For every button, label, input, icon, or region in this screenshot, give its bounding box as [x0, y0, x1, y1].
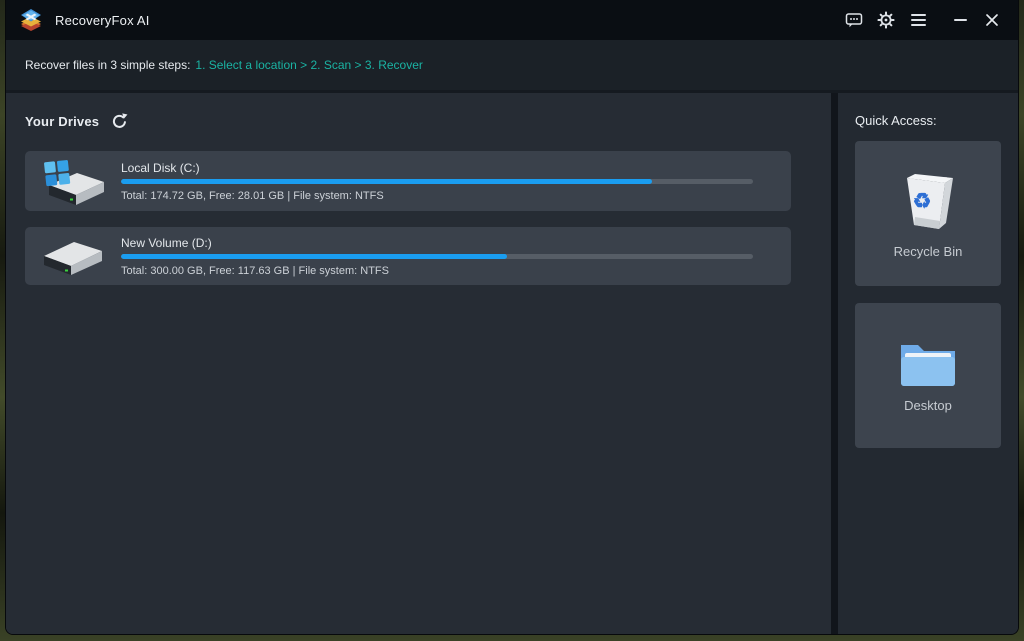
- titlebar: RecoveryFox AI: [6, 0, 1018, 40]
- quick-access-label: Recycle Bin: [893, 243, 963, 259]
- quick-access-desktop[interactable]: Desktop: [855, 303, 1001, 448]
- menu-icon[interactable]: [906, 8, 930, 32]
- drive-details: Total: 174.72 GB, Free: 28.01 GB | File …: [121, 189, 384, 202]
- recycle-symbol: ♻: [912, 189, 932, 213]
- drive-row-local-disk-c[interactable]: Local Disk (C:) Total: 174.72 GB, Free: …: [25, 151, 791, 211]
- app-title: RecoveryFox AI: [55, 12, 150, 28]
- drives-panel: Your Drives Local Disk (C:) Total: 174.7…: [6, 93, 831, 634]
- data-drive-icon: [25, 235, 121, 277]
- system-drive-icon: [25, 156, 121, 206]
- titlebar-controls: [842, 8, 1004, 32]
- drives-heading: Your Drives: [25, 113, 100, 129]
- drive-details: Total: 300.00 GB, Free: 117.63 GB | File…: [121, 264, 389, 277]
- steps-sequence: 1. Select a location > 2. Scan > 3. Reco…: [195, 58, 423, 72]
- minimize-icon[interactable]: [948, 8, 972, 32]
- refresh-icon[interactable]: [111, 112, 129, 130]
- steps-prefix: Recover files in 3 simple steps:: [25, 58, 191, 72]
- close-icon[interactable]: [980, 8, 1004, 32]
- drive-row-new-volume-d[interactable]: New Volume (D:) Total: 300.00 GB, Free: …: [25, 227, 791, 285]
- quick-access-heading: Quick Access:: [855, 113, 937, 128]
- drive-name: New Volume (D:): [121, 235, 212, 250]
- drive-usage-bar: [121, 253, 753, 259]
- drive-usage-fill: [121, 178, 652, 184]
- app-window: RecoveryFox AI Recover files in 3 simple…: [5, 0, 1019, 635]
- desktop-folder-icon: [901, 344, 955, 386]
- settings-gear-icon[interactable]: [874, 8, 898, 32]
- recycle-bin-icon: ♻: [899, 169, 957, 235]
- quick-access-panel: Quick Access: ♻ Recycle Bin Desktop: [838, 93, 1018, 634]
- drive-usage-fill: [121, 253, 507, 259]
- quick-access-recycle-bin[interactable]: ♻ Recycle Bin: [855, 141, 1001, 286]
- app-logo-icon: [21, 9, 41, 31]
- quick-access-label: Desktop: [904, 397, 952, 413]
- steps-bar: Recover files in 3 simple steps: 1. Sele…: [6, 40, 1018, 93]
- panel-divider: [831, 93, 838, 634]
- drive-name: Local Disk (C:): [121, 160, 200, 175]
- drive-usage-bar: [121, 178, 753, 184]
- feedback-icon[interactable]: [842, 8, 866, 32]
